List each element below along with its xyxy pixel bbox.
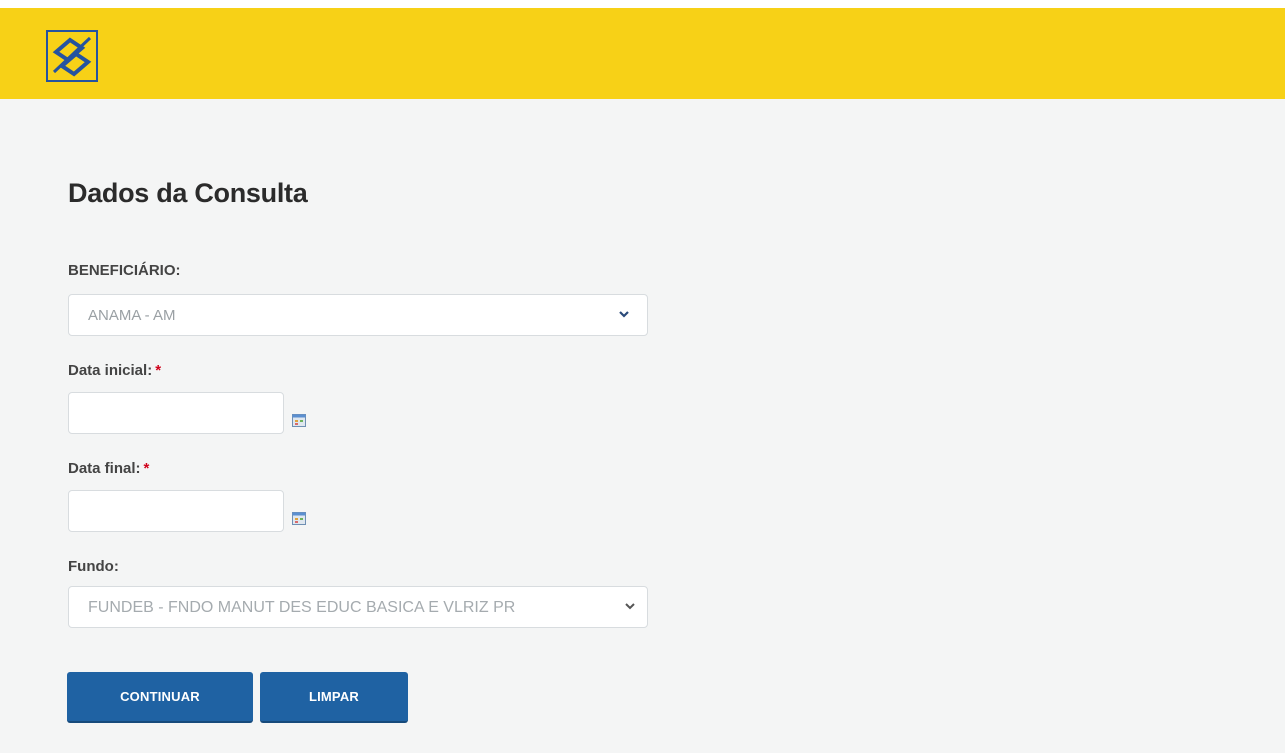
beneficiario-label: BENEFICIÁRIO: [68, 262, 181, 279]
page-title: Dados da Consulta [68, 178, 308, 208]
data-inicial-label: Data inicial: * [68, 362, 161, 379]
bank-logo-icon[interactable] [46, 30, 98, 82]
data-final-label: Data final: * [68, 460, 149, 477]
continuar-button[interactable]: CONTINUAR [67, 672, 253, 723]
data-inicial-label-text: Data inicial: [68, 362, 153, 379]
top-strip [0, 0, 1285, 8]
fundo-selected-value: FUNDEB - FNDO MANUT DES EDUC BASICA E VL… [88, 599, 516, 616]
chevron-down-icon [619, 311, 629, 318]
required-mark: * [143, 460, 150, 477]
calendar-icon[interactable] [292, 413, 306, 427]
header-bar [0, 8, 1285, 99]
beneficiario-selected-value: ANAMA - AM [88, 307, 176, 324]
data-final-label-text: Data final: [68, 460, 141, 477]
chevron-down-icon [625, 603, 635, 610]
calendar-icon[interactable] [292, 511, 306, 525]
beneficiario-select[interactable]: ANAMA - AM [68, 294, 648, 336]
data-final-input[interactable] [68, 490, 284, 532]
fundo-select[interactable]: FUNDEB - FNDO MANUT DES EDUC BASICA E VL… [68, 586, 648, 628]
page: Dados da Consulta BENEFICIÁRIO: ANAMA - … [0, 0, 1285, 753]
limpar-button[interactable]: LIMPAR [260, 672, 408, 723]
required-mark: * [155, 362, 162, 379]
fundo-label: Fundo: [68, 558, 119, 575]
data-inicial-input[interactable] [68, 392, 284, 434]
